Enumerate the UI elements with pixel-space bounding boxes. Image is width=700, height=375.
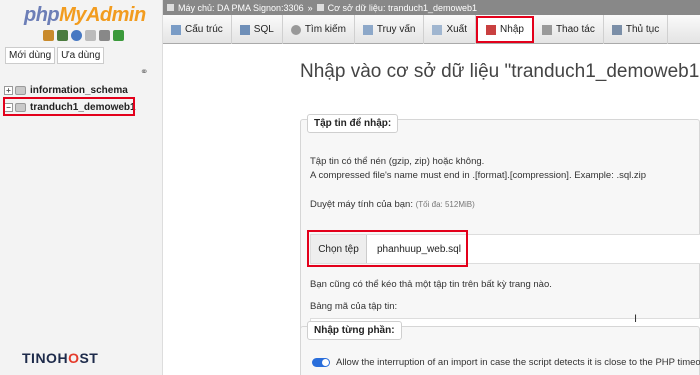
selected-db-highlight (3, 97, 135, 116)
tab-export[interactable]: Xuất (424, 15, 477, 44)
drag-note: Bạn cũng có thể kéo thả một tập tin trên… (310, 279, 552, 290)
navigation-panel: phpMyAdmin Mới dùng Ưa dùng ⚭ + informat… (0, 0, 163, 375)
phpmyadmin-logo[interactable]: phpMyAdmin (24, 4, 146, 27)
home-icon[interactable] (43, 30, 54, 41)
export-icon (432, 24, 443, 35)
main-content: Nhập vào cơ sở dữ liệu "tranduch1_demowe… (163, 44, 700, 375)
compress-note: Tập tin có thể nén (gzip, zip) hoặc khôn… (310, 156, 485, 167)
tab-sql[interactable]: SQL (232, 15, 283, 44)
tab-structure[interactable]: Cấu trúc (163, 15, 232, 44)
recent-favorite-tabs: Mới dùng Ưa dùng (5, 47, 105, 64)
help-icon[interactable] (71, 30, 82, 41)
db-item-label: information_schema (30, 85, 128, 96)
breadcrumb: Máy chủ: DA PMA Signon:3306 » Cơ sở dữ l… (163, 0, 700, 15)
tab-favorite[interactable]: Ưa dùng (57, 47, 105, 64)
section-legend: Nhập từng phần: (307, 321, 402, 340)
breadcrumb-server[interactable]: Máy chủ: DA PMA Signon:3306 (178, 3, 304, 13)
settings-icon[interactable] (99, 30, 110, 41)
section-legend: Tập tin để nhập: (307, 114, 399, 133)
file-to-import-section: Tập tin để nhập: Tập tin có thể nén (gzi… (300, 114, 700, 340)
search-icon (290, 24, 301, 35)
reload-icon[interactable] (113, 30, 124, 41)
allow-interrupt-label: Allow the interruption of an import in c… (336, 357, 700, 368)
link-icon[interactable]: ⚭ (140, 67, 148, 78)
tab-query[interactable]: Truy vấn (355, 15, 425, 44)
page-title: Nhập vào cơ sở dữ liệu "tranduch1_demowe… (300, 61, 700, 82)
logout-icon[interactable] (57, 30, 68, 41)
database-icon (316, 4, 324, 11)
structure-icon (171, 24, 181, 35)
docs-icon[interactable] (85, 30, 96, 41)
sql-icon (239, 24, 250, 35)
partial-import-section: Nhập từng phần: Allow the interruption o… (300, 321, 700, 375)
server-icon (167, 4, 174, 11)
database-icon (15, 86, 26, 95)
file-highlight (307, 230, 468, 267)
compress-note-2: A compressed file's name must end in .[f… (310, 170, 647, 181)
tab-operations[interactable]: Thao tác (534, 15, 604, 44)
max-size: (Tối đa: 512MiB) (415, 200, 475, 209)
query-icon (362, 24, 373, 35)
tab-routines[interactable]: Thủ tục (604, 15, 669, 44)
browse-label: Duyệt máy tính của bạn: (Tối đa: 512MiB) (310, 199, 475, 210)
tab-import[interactable]: Nhập (476, 16, 534, 43)
tinohost-watermark: TINOHOST (22, 350, 99, 366)
routines-icon (611, 24, 622, 35)
main-menu: Cấu trúc SQL Tìm kiếm Truy vấn Xuất Nhập… (163, 15, 700, 44)
tab-search[interactable]: Tìm kiếm (283, 15, 355, 44)
charset-label: Bảng mã của tập tin: (310, 301, 398, 312)
wrench-icon (541, 24, 552, 35)
breadcrumb-separator: » (307, 2, 313, 13)
tab-recent[interactable]: Mới dùng (5, 47, 56, 64)
expand-icon[interactable]: + (4, 86, 13, 95)
allow-interrupt-toggle[interactable] (312, 358, 330, 367)
quick-icons (43, 30, 124, 41)
text-cursor-icon: I (634, 313, 638, 325)
breadcrumb-database[interactable]: Cơ sở dữ liệu: tranduch1_demoweb1 (328, 3, 477, 13)
import-icon (486, 24, 497, 35)
